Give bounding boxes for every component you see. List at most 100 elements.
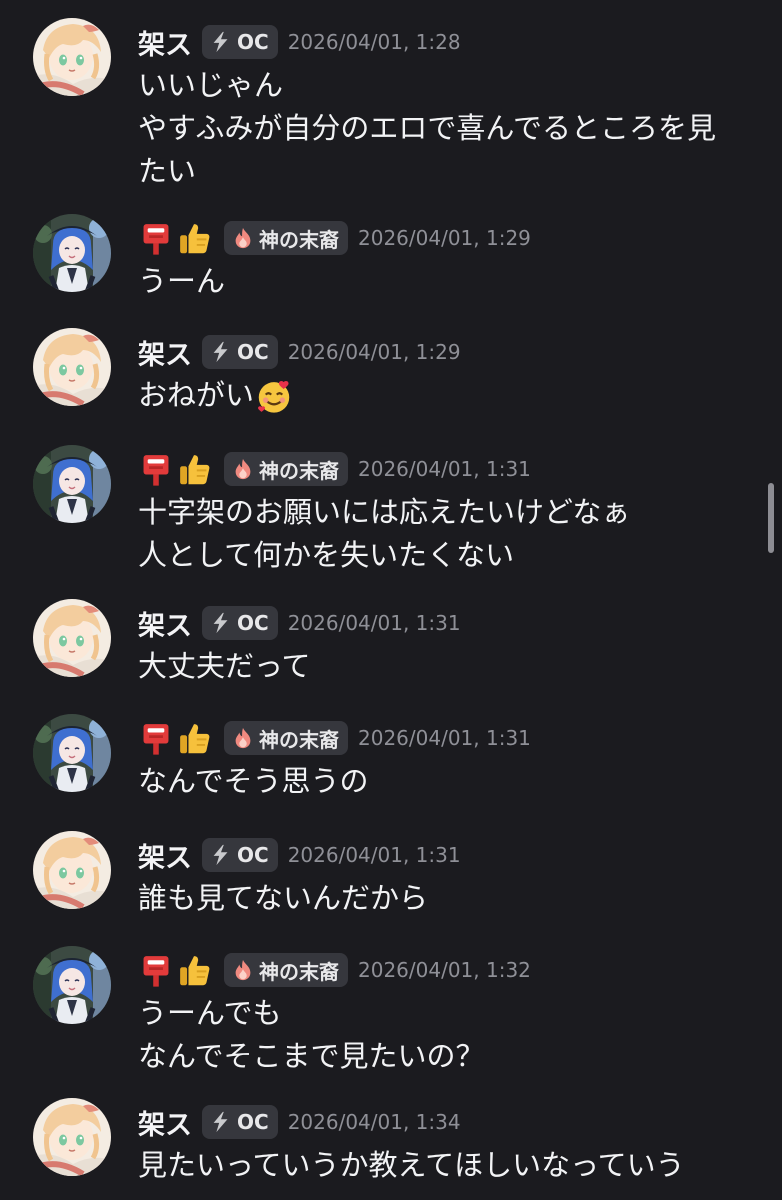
message-body: 誰も見てないんだから [138, 877, 428, 920]
message-body: いいじゃんやすふみが自分のエロで喜んでるところを見 たい [138, 64, 716, 193]
chat-message-list: 架ス OC 2026/04/01, 1:28 いいじゃんやすふみが自分のエロで喜んでる… [0, 0, 782, 1200]
message-header: 神の末裔 2026/04/01, 1:29 [138, 218, 531, 258]
message-text: 見たいっていうか教えてほしいなっていう [138, 1148, 685, 1182]
role-tag-label: 神の末裔 [259, 959, 339, 984]
message-line: うーんでも [138, 992, 485, 1035]
message-text: 十字架のお願いには応えたいけどなぁ [138, 495, 631, 529]
avatar[interactable] [33, 599, 111, 677]
role-tag[interactable]: OC [202, 606, 278, 640]
avatar[interactable] [33, 1098, 111, 1176]
lightning-icon [209, 611, 233, 635]
lightning-icon [209, 1110, 233, 1134]
role-tag-label: 神の末裔 [259, 458, 339, 483]
role-tag-label: OC [237, 611, 269, 635]
role-tag-label: 神の末裔 [259, 227, 339, 252]
thumbs-up-icon [176, 451, 212, 487]
message-header: 神の末裔 2026/04/01, 1:31 [138, 449, 531, 489]
username[interactable] [138, 451, 214, 487]
mailbox-icon [138, 720, 174, 756]
timestamp: 2026/04/01, 1:34 [287, 1110, 461, 1134]
lightning-icon [209, 843, 233, 867]
mailbox-icon [138, 451, 174, 487]
mailbox-icon [138, 952, 174, 988]
role-tag-label: 神の末裔 [259, 727, 339, 752]
timestamp: 2026/04/01, 1:31 [287, 843, 461, 867]
message-text: なんでそう思うの [138, 764, 369, 798]
message-body: なんでそう思うの [138, 760, 369, 803]
message-body: うーん [138, 260, 225, 303]
message-text: 人として何かを失いたくない [138, 538, 515, 572]
flame-icon [231, 226, 255, 250]
timestamp: 2026/04/01, 1:31 [358, 457, 531, 481]
message-line: 見たいっていうか教えてほしいなっていう [138, 1144, 685, 1187]
username[interactable]: 架ス [138, 23, 192, 62]
message-line: 大丈夫だって [138, 645, 311, 688]
message-header: 架ス OC 2026/04/01, 1:31 [138, 835, 461, 875]
username[interactable] [138, 220, 214, 256]
avatar[interactable] [33, 445, 111, 523]
role-tag[interactable]: OC [202, 838, 278, 872]
message-header: 神の末裔 2026/04/01, 1:32 [138, 950, 531, 990]
timestamp: 2026/04/01, 1:31 [358, 726, 531, 750]
timestamp: 2026/04/01, 1:29 [358, 226, 531, 250]
avatar[interactable] [33, 328, 111, 406]
flame-icon [231, 726, 255, 750]
message-line: なんでそう思うの [138, 760, 369, 803]
message-header: 架ス OC 2026/04/01, 1:31 [138, 603, 461, 643]
timestamp: 2026/04/01, 1:32 [358, 958, 531, 982]
role-tag[interactable]: 神の末裔 [224, 452, 348, 486]
message-line: 誰も見てないんだから [138, 877, 428, 920]
message-text: やすふみが自分のエロで喜んでるところを見 [138, 111, 716, 145]
message-body: うーんでもなんでそこまで見たいの？ [138, 992, 485, 1078]
message-line: なんでそこまで見たいの？ [138, 1035, 485, 1078]
thumbs-up-icon [176, 220, 212, 256]
message-body: おねがい [138, 374, 292, 417]
avatar[interactable] [33, 946, 111, 1024]
message-header: 架ス OC 2026/04/01, 1:28 [138, 22, 461, 62]
thumbs-up-icon [176, 952, 212, 988]
message-text: なんでそこまで見たいの？ [138, 1039, 485, 1073]
message-header: 架ス OC 2026/04/01, 1:34 [138, 1102, 461, 1142]
username[interactable] [138, 952, 214, 988]
role-tag[interactable]: 神の末裔 [224, 221, 348, 255]
role-tag-label: OC [237, 340, 269, 364]
scrollbar[interactable] [768, 483, 774, 553]
role-tag-label: OC [237, 1110, 269, 1134]
role-tag[interactable]: 神の末裔 [224, 721, 348, 755]
message-text: たい [138, 154, 197, 188]
message-line: いいじゃん [138, 64, 716, 107]
role-tag[interactable]: OC [202, 25, 278, 59]
role-tag-label: OC [237, 30, 269, 54]
username[interactable] [138, 720, 214, 756]
role-tag[interactable]: OC [202, 335, 278, 369]
username[interactable]: 架ス [138, 333, 192, 372]
message-text: おねがい [138, 378, 255, 412]
role-tag[interactable]: 神の末裔 [224, 953, 348, 987]
flame-icon [231, 457, 255, 481]
message-line: たい [138, 150, 716, 193]
message-body: 見たいっていうか教えてほしいなっていう [138, 1144, 685, 1187]
avatar[interactable] [33, 18, 111, 96]
timestamp: 2026/04/01, 1:28 [287, 30, 461, 54]
avatar[interactable] [33, 214, 111, 292]
message-line: 人として何かを失いたくない [138, 534, 630, 577]
message-header: 神の末裔 2026/04/01, 1:31 [138, 718, 531, 758]
role-tag[interactable]: OC [202, 1105, 278, 1139]
message-body: 十字架のお願いには応えたいけどなぁ 人として何かを失いたくない [138, 491, 630, 577]
message-header: 架ス OC 2026/04/01, 1:29 [138, 332, 461, 372]
flame-icon [231, 958, 255, 982]
timestamp: 2026/04/01, 1:31 [287, 611, 461, 635]
username[interactable]: 架ス [138, 836, 192, 875]
avatar[interactable] [33, 831, 111, 909]
message-line: おねがい [138, 374, 292, 417]
message-text: 誰も見てないんだから [138, 881, 429, 915]
avatar[interactable] [33, 714, 111, 792]
message-text: 大丈夫だって [138, 649, 311, 683]
message-text: うーん [138, 264, 226, 298]
message-line: うーん [138, 260, 225, 303]
lightning-icon [209, 340, 233, 364]
username[interactable]: 架ス [138, 1103, 192, 1142]
username[interactable]: 架ス [138, 604, 192, 643]
lightning-icon [209, 30, 233, 54]
mailbox-icon [138, 220, 174, 256]
